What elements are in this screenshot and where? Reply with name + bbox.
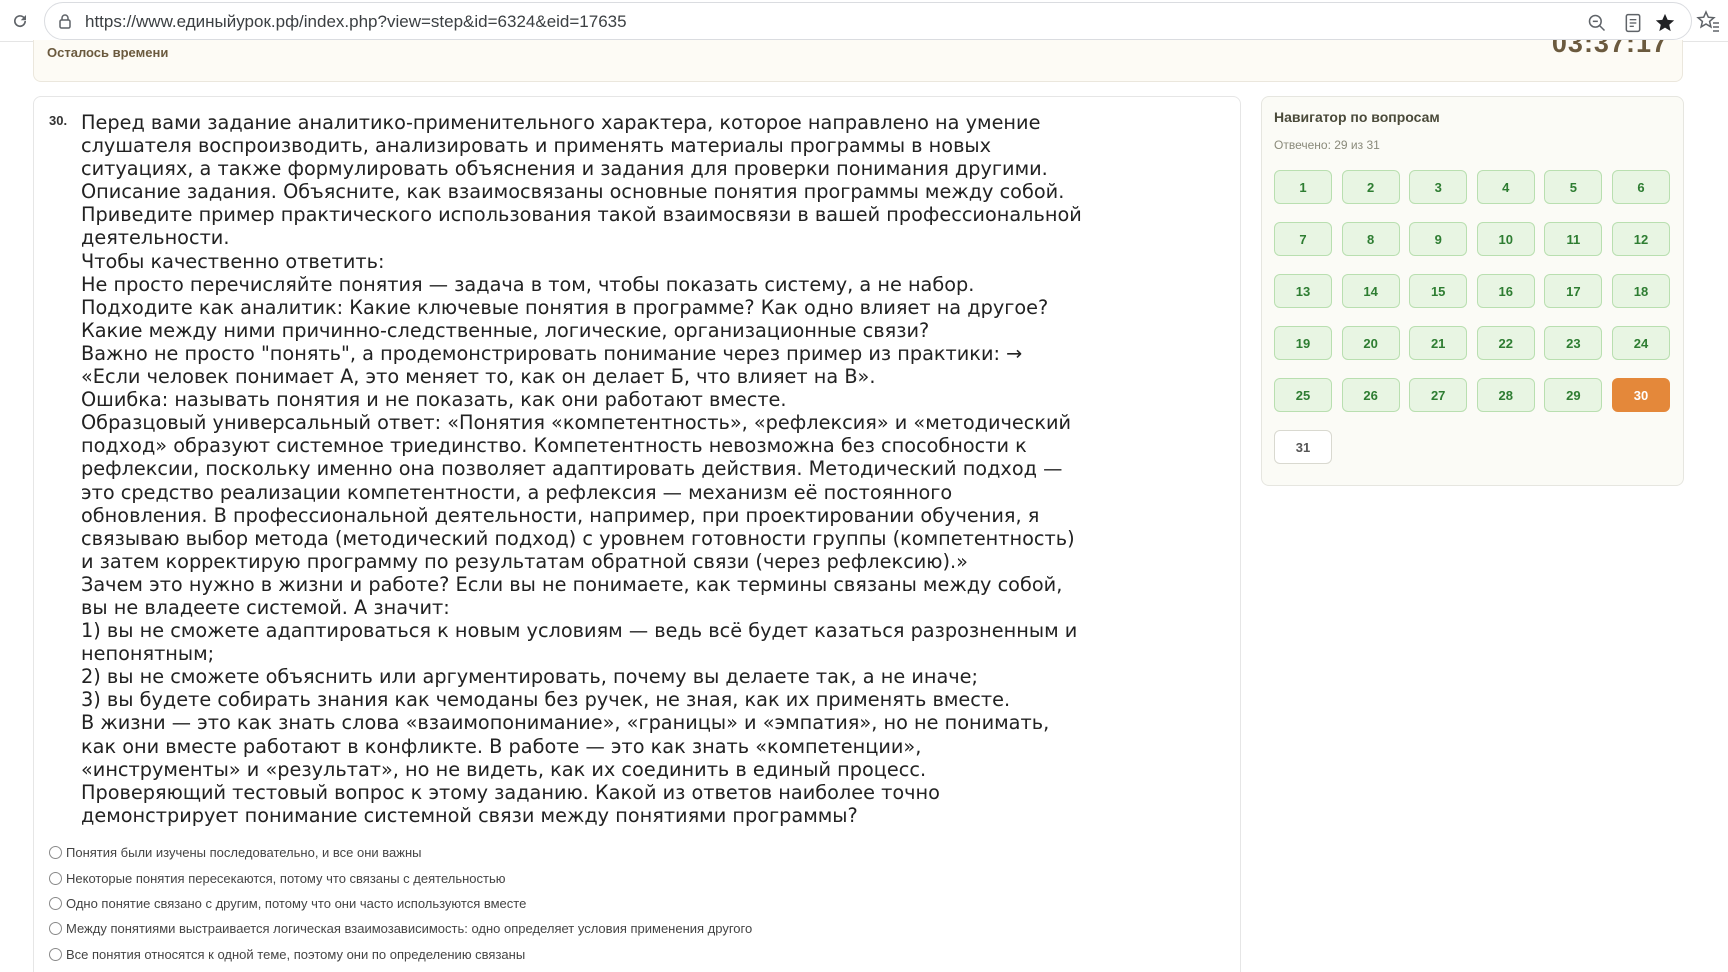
radio-button[interactable]	[49, 922, 62, 936]
bookmark-star-icon[interactable]	[1653, 11, 1677, 35]
question-text-line: Какие между ними причинно-следственные, …	[81, 318, 930, 342]
nav-question-2[interactable]: 2	[1341, 170, 1400, 204]
radio-button[interactable]	[49, 846, 62, 860]
question-text-line: деятельности.	[81, 226, 230, 250]
radio-button[interactable]	[49, 947, 62, 961]
question-text-line: Чтобы качественно ответить:	[81, 249, 385, 273]
question-text-line: и затем корректирую программу по результ…	[81, 549, 968, 573]
nav-question-3[interactable]: 3	[1409, 170, 1468, 204]
answer-options: Понятия были изучены последовательно, и …	[49, 840, 1149, 967]
answer-option[interactable]: Некоторые понятия пересекаются, потому ч…	[49, 865, 1149, 890]
navigator-title: Навигатор по вопросам	[1274, 109, 1440, 125]
nav-question-30[interactable]: 30	[1611, 378, 1670, 412]
question-text-line: Проверяющий тестовый вопрос к этому зада…	[81, 780, 940, 804]
nav-question-27[interactable]: 27	[1409, 378, 1468, 412]
browser-toolbar: https://www.единыйурок.рф/index.php?view…	[0, 0, 1728, 42]
nav-question-6[interactable]: 6	[1611, 170, 1670, 204]
reload-icon[interactable]	[8, 9, 32, 33]
question-text: Перед вами задание аналитико-применитель…	[81, 111, 1181, 827]
navigator-grid: 1 2 3 4 5 6 7 8 9 10 11 12 13 14 15 16 17 18 19 20 21 22 23 24 2…	[1274, 170, 1676, 464]
nav-question-8[interactable]: 8	[1341, 222, 1400, 256]
radio-button[interactable]	[49, 871, 62, 885]
lock-icon[interactable]	[57, 13, 73, 29]
nav-question-9[interactable]: 9	[1409, 222, 1468, 256]
nav-question-25[interactable]: 25	[1274, 378, 1332, 412]
nav-question-21[interactable]: 21	[1409, 326, 1468, 360]
nav-question-28[interactable]: 28	[1476, 378, 1535, 412]
question-text-line: подход» образуют системное триединство. …	[81, 434, 1027, 458]
question-text-line: В жизни — это как знать слова «взаимопон…	[81, 711, 1050, 735]
nav-question-16[interactable]: 16	[1476, 274, 1535, 308]
nav-question-23[interactable]: 23	[1544, 326, 1603, 360]
question-text-line: Зачем это нужно в жизни и работе? Если в…	[81, 572, 1063, 596]
answer-option-label: Все понятия относятся к одной теме, поэт…	[66, 946, 526, 962]
nav-question-15[interactable]: 15	[1409, 274, 1468, 308]
nav-question-17[interactable]: 17	[1544, 274, 1603, 308]
question-text-line: Приведите пример практического использов…	[81, 203, 1082, 227]
question-text-line: Описание задания. Объясните, как взаимос…	[81, 180, 1065, 204]
nav-question-1[interactable]: 1	[1274, 170, 1332, 204]
question-text-line: Подходите как аналитик: Какие ключевые п…	[81, 295, 1049, 319]
nav-question-11[interactable]: 11	[1544, 222, 1603, 256]
question-text-line: «Если человек понимает А, это меняет то,…	[81, 365, 876, 389]
favorites-icon[interactable]	[1696, 9, 1720, 33]
nav-question-20[interactable]: 20	[1341, 326, 1400, 360]
question-navigator: Навигатор по вопросам Отвечено: 29 из 31…	[1261, 96, 1684, 486]
timer-value: 03:37:17	[1551, 40, 1668, 58]
answer-option[interactable]: Все понятия относятся к одной теме, поэт…	[49, 942, 1149, 967]
address-bar[interactable]: https://www.единыйурок.рф/index.php?view…	[44, 2, 1692, 40]
nav-question-4[interactable]: 4	[1476, 170, 1535, 204]
question-text-line: Ошибка: называть понятия и не показать, …	[81, 388, 787, 412]
question-text-line: рефлексии, поскольку именно она позволяе…	[81, 457, 1063, 481]
nav-question-14[interactable]: 14	[1341, 274, 1400, 308]
answer-option-label: Одно понятие связано с другим, потому чт…	[66, 895, 527, 911]
nav-question-12[interactable]: 12	[1611, 222, 1670, 256]
question-text-line: 3) вы будете собирать знания как чемодан…	[81, 688, 1011, 712]
question-text-line: слушателя воспроизводить, анализировать …	[81, 134, 992, 158]
question-text-line: 2) вы не сможете объяснить или аргументи…	[81, 665, 979, 689]
question-text-line: вы не владеете системой. А значит:	[81, 595, 450, 619]
question-text-line: Не просто перечисляйте понятия — задача …	[81, 272, 975, 296]
nav-question-19[interactable]: 19	[1274, 326, 1332, 360]
timer-label: Осталось времени	[47, 45, 169, 60]
question-number: 30.	[49, 113, 68, 128]
question-text-line: 1) вы не сможете адаптироваться к новым …	[81, 619, 1078, 643]
nav-question-31[interactable]: 31	[1274, 430, 1332, 464]
nav-question-24[interactable]: 24	[1611, 326, 1670, 360]
question-text-line: Перед вами задание аналитико-применитель…	[81, 111, 1041, 134]
question-text-line: непонятным;	[81, 642, 215, 666]
nav-question-13[interactable]: 13	[1274, 274, 1332, 308]
nav-question-26[interactable]: 26	[1341, 378, 1400, 412]
nav-question-18[interactable]: 18	[1611, 274, 1670, 308]
question-text-line: обновления. В профессиональной деятельно…	[81, 503, 1040, 527]
question-text-line: демонстрирует понимание системной связи …	[81, 803, 858, 827]
answer-option-label: Между понятиями выстраивается логическая…	[66, 921, 753, 937]
answer-option[interactable]: Одно понятие связано с другим, потому чт…	[49, 891, 1149, 916]
answer-option-label: Понятия были изучены последовательно, и …	[66, 845, 422, 861]
answered-count: Отвечено: 29 из 31	[1274, 138, 1380, 152]
question-text-line: это средство реализации компетентности, …	[81, 480, 953, 504]
zoom-out-icon[interactable]	[1585, 11, 1609, 35]
answer-option[interactable]: Между понятиями выстраивается логическая…	[49, 916, 1149, 941]
question-text-line: Образцовый универсальный ответ: «Понятия…	[81, 411, 1072, 435]
question-text-line: Важно не просто "понять", а продемонстри…	[81, 341, 1023, 365]
answer-option[interactable]: Понятия были изучены последовательно, и …	[49, 840, 1149, 865]
question-text-line: связываю выбор метода (методический подх…	[81, 526, 1075, 550]
url-text[interactable]: https://www.единыйурок.рф/index.php?view…	[85, 12, 627, 32]
timer-panel: Осталось времени 03:37:17	[33, 40, 1683, 82]
question-panel: 30. Перед вами задание аналитико-примени…	[33, 96, 1241, 972]
question-text-line: ситуациях, а также формулировать объясне…	[81, 157, 1048, 181]
nav-question-22[interactable]: 22	[1476, 326, 1535, 360]
question-text-line: «инструменты» и «результат», но не видет…	[81, 757, 927, 781]
nav-question-10[interactable]: 10	[1476, 222, 1535, 256]
nav-question-29[interactable]: 29	[1544, 378, 1603, 412]
answer-option-label: Некоторые понятия пересекаются, потому ч…	[66, 870, 506, 886]
radio-button[interactable]	[49, 896, 62, 910]
nav-question-5[interactable]: 5	[1544, 170, 1603, 204]
nav-question-7[interactable]: 7	[1274, 222, 1332, 256]
question-text-line: как они вместе работают в конфликте. В р…	[81, 734, 922, 758]
reader-mode-icon[interactable]	[1621, 11, 1645, 35]
